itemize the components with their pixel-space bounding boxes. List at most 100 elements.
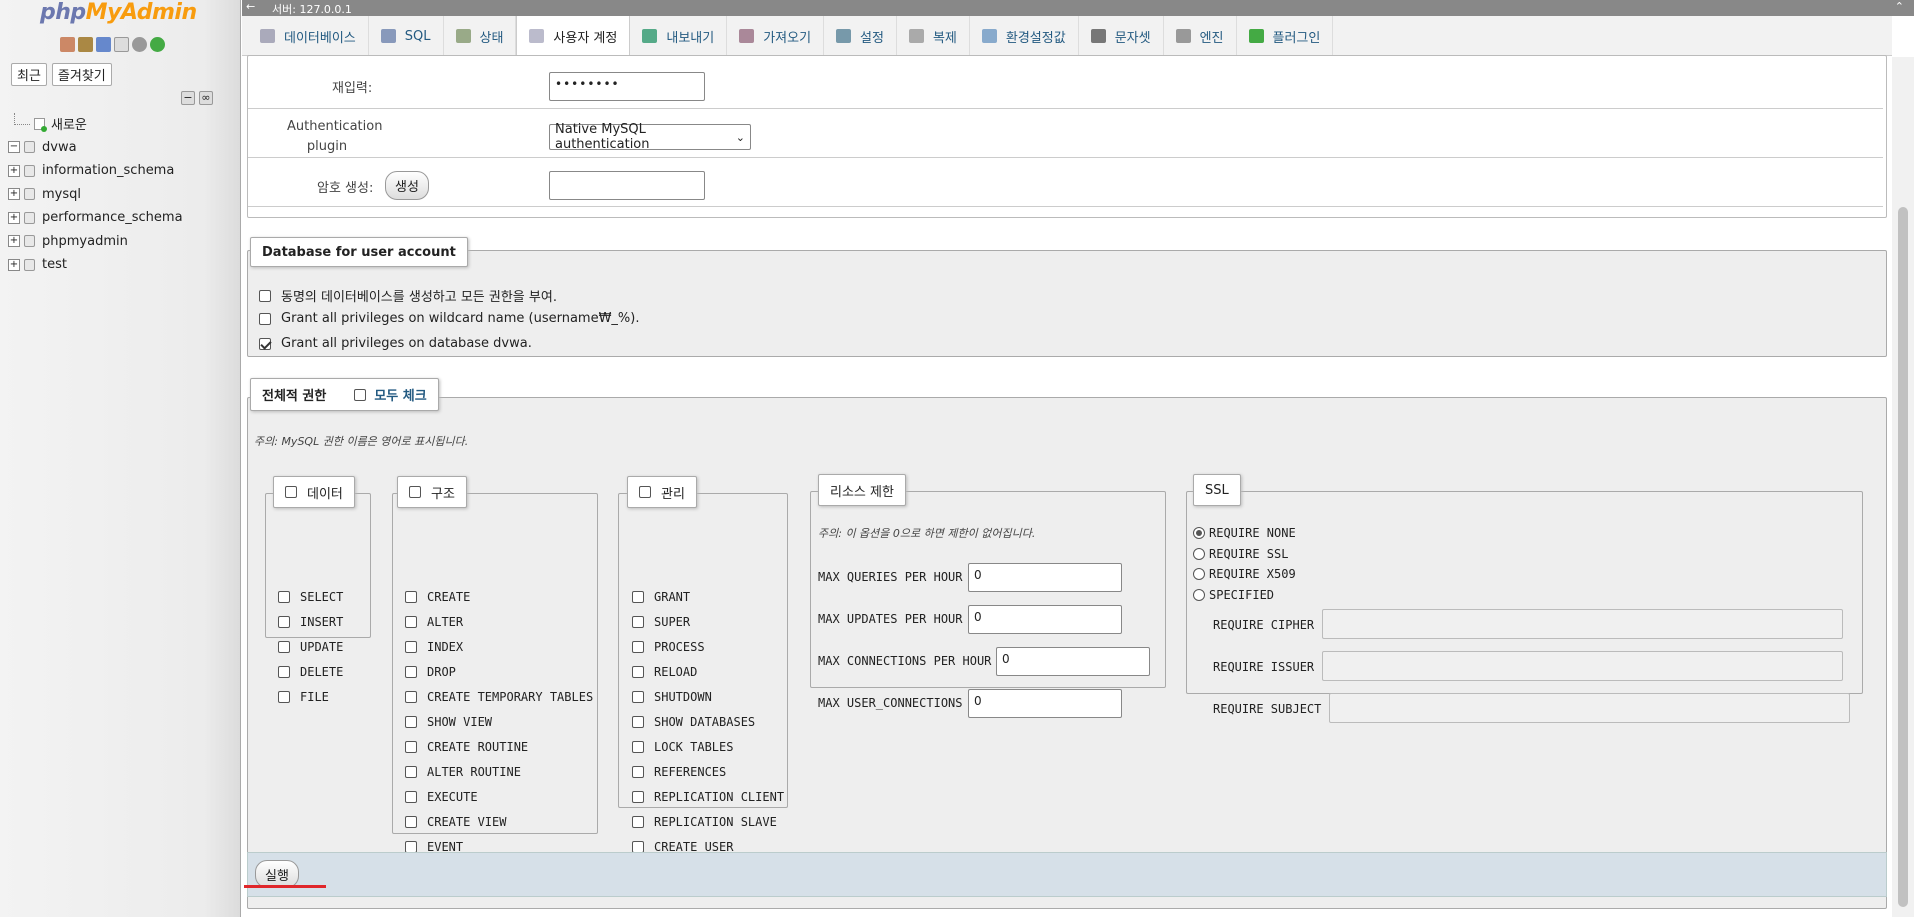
data-privilege-item[interactable]: DELETE: [278, 665, 343, 679]
tab-settings[interactable]: 설정: [824, 16, 897, 56]
structure-group-legend[interactable]: 구조: [431, 483, 455, 502]
admin-privilege-item[interactable]: LOCK TABLES: [632, 740, 733, 754]
data-check-all-checkbox[interactable]: [285, 486, 297, 498]
tab-plugins[interactable]: 플러그인: [1237, 16, 1334, 56]
tab-status[interactable]: 상태: [444, 16, 517, 56]
reenter-password-input[interactable]: ••••••••: [549, 72, 705, 101]
data-privilege-checkbox[interactable]: [278, 691, 290, 703]
admin-privilege-checkbox[interactable]: [632, 791, 644, 803]
admin-privilege-item[interactable]: GRANT: [632, 590, 690, 604]
expand-icon[interactable]: +: [8, 164, 20, 177]
admin-privilege-checkbox[interactable]: [632, 591, 644, 603]
require-none-radio[interactable]: [1193, 527, 1205, 539]
structure-privilege-checkbox[interactable]: [405, 741, 417, 753]
generate-password-button[interactable]: 생성: [385, 171, 429, 200]
main-scrollbar[interactable]: [1892, 57, 1914, 917]
home-icon[interactable]: [60, 37, 75, 52]
auth-plugin-select[interactable]: Native MySQL authentication ⌄: [549, 122, 751, 152]
structure-privilege-item[interactable]: CREATE ROUTINE: [405, 740, 528, 754]
expand-icon[interactable]: +: [8, 211, 20, 224]
tree-item-phpmyadmin[interactable]: + phpmyadmin: [8, 230, 183, 254]
tab-variables[interactable]: 환경설정값: [970, 16, 1079, 56]
back-arrow-icon[interactable]: ←: [246, 0, 255, 13]
data-privilege-checkbox[interactable]: [278, 641, 290, 653]
admin-privilege-item[interactable]: SHOW DATABASES: [632, 715, 755, 729]
structure-privilege-checkbox[interactable]: [405, 691, 417, 703]
ssl-specified[interactable]: SPECIFIED: [1193, 588, 1274, 602]
structure-privilege-checkbox[interactable]: [405, 716, 417, 728]
max-connections-input[interactable]: 0: [996, 647, 1150, 676]
recent-button[interactable]: 최근: [11, 63, 47, 86]
phpmyadmin-logo[interactable]: phpMyAdmin: [40, 0, 197, 25]
check-all-checkbox[interactable]: [354, 388, 367, 401]
admin-privilege-item[interactable]: SHUTDOWN: [632, 690, 712, 704]
favorites-button[interactable]: 즐겨찾기: [51, 63, 112, 86]
generated-password-input[interactable]: [549, 171, 705, 200]
data-privilege-item[interactable]: SELECT: [278, 590, 343, 604]
tree-item-test[interactable]: + test: [8, 253, 183, 277]
admin-privilege-item[interactable]: REFERENCES: [632, 765, 726, 779]
tree-item-mysql[interactable]: + mysql: [8, 183, 183, 207]
structure-privilege-checkbox[interactable]: [405, 791, 417, 803]
ssl-require-x509[interactable]: REQUIRE X509: [1193, 567, 1296, 581]
data-privilege-item[interactable]: INSERT: [278, 615, 343, 629]
structure-privilege-checkbox[interactable]: [405, 666, 417, 678]
data-privilege-checkbox[interactable]: [278, 616, 290, 628]
structure-privilege-item[interactable]: ALTER: [405, 615, 463, 629]
collapse-bar-icon[interactable]: ⌃: [1895, 0, 1904, 13]
collapse-icon[interactable]: −: [8, 141, 20, 154]
db-option-wildcard[interactable]: Grant all privileges on wildcard name (u…: [259, 311, 639, 326]
gear-icon[interactable]: [132, 37, 147, 52]
specified-radio[interactable]: [1193, 589, 1205, 601]
structure-privilege-checkbox[interactable]: [405, 616, 417, 628]
max-updates-input[interactable]: 0: [968, 605, 1122, 634]
admin-privilege-checkbox[interactable]: [632, 741, 644, 753]
go-button[interactable]: 실행: [255, 860, 299, 888]
tab-databases[interactable]: 데이터베이스: [248, 16, 369, 56]
admin-privilege-checkbox[interactable]: [632, 666, 644, 678]
data-privilege-checkbox[interactable]: [278, 591, 290, 603]
structure-privilege-item[interactable]: CREATE TEMPORARY TABLES: [405, 690, 593, 704]
link-icon[interactable]: ∞: [199, 91, 213, 105]
require-x509-radio[interactable]: [1193, 568, 1205, 580]
admin-group-legend[interactable]: 관리: [661, 483, 685, 502]
data-privilege-item[interactable]: UPDATE: [278, 640, 343, 654]
structure-check-all-checkbox[interactable]: [409, 486, 421, 498]
data-group-legend[interactable]: 데이터: [307, 483, 343, 502]
ssl-require-ssl[interactable]: REQUIRE SSL: [1193, 547, 1288, 561]
structure-privilege-item[interactable]: SHOW VIEW: [405, 715, 492, 729]
grant-dvwa-checkbox[interactable]: [259, 337, 271, 350]
max-user-connections-input[interactable]: 0: [968, 689, 1122, 718]
max-queries-input[interactable]: 0: [968, 563, 1122, 592]
tab-export[interactable]: 내보내기: [630, 16, 728, 56]
structure-privilege-item[interactable]: ALTER ROUTINE: [405, 765, 521, 779]
tab-replication[interactable]: 복제: [897, 16, 970, 56]
create-same-db-checkbox[interactable]: [259, 289, 271, 302]
admin-privilege-checkbox[interactable]: [632, 641, 644, 653]
tab-user-accounts[interactable]: 사용자 계정: [516, 16, 631, 56]
admin-privilege-item[interactable]: PROCESS: [632, 640, 705, 654]
reload-icon[interactable]: [150, 37, 165, 52]
structure-privilege-item[interactable]: CREATE: [405, 590, 470, 604]
require-ssl-radio[interactable]: [1193, 548, 1205, 560]
admin-privilege-checkbox[interactable]: [632, 716, 644, 728]
data-privilege-item[interactable]: FILE: [278, 690, 329, 704]
admin-privilege-item[interactable]: REPLICATION CLIENT: [632, 790, 784, 804]
tree-item-performance-schema[interactable]: + performance_schema: [8, 206, 183, 230]
tab-import[interactable]: 가져오기: [727, 16, 825, 56]
admin-privilege-item[interactable]: RELOAD: [632, 665, 697, 679]
structure-privilege-checkbox[interactable]: [405, 591, 417, 603]
structure-privilege-item[interactable]: INDEX: [405, 640, 463, 654]
structure-privilege-checkbox[interactable]: [405, 766, 417, 778]
tree-item-information-schema[interactable]: + information_schema: [8, 159, 183, 183]
check-all-label[interactable]: 모두 체크: [374, 385, 426, 404]
collapse-all-icon[interactable]: −: [181, 91, 195, 105]
server-title[interactable]: 서버: 127.0.0.1: [272, 1, 352, 17]
scrollbar-thumb[interactable]: [1898, 207, 1908, 907]
admin-privilege-item[interactable]: SUPER: [632, 615, 690, 629]
grant-wildcard-checkbox[interactable]: [259, 312, 271, 325]
admin-check-all-checkbox[interactable]: [639, 486, 651, 498]
db-option-grant-dvwa[interactable]: Grant all privileges on database dvwa.: [259, 336, 532, 351]
ssl-require-none[interactable]: REQUIRE NONE: [1193, 526, 1296, 540]
tab-sql[interactable]: SQL: [369, 16, 444, 56]
